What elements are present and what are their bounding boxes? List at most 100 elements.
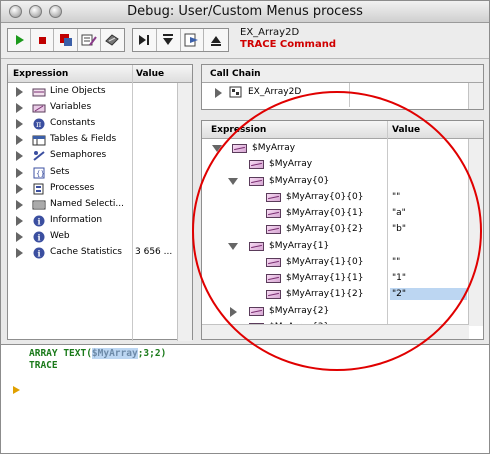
watch-item[interactable]: {} Sets bbox=[8, 165, 178, 181]
disclosure-triangle-open-icon[interactable] bbox=[228, 177, 238, 185]
debugger-window: Debug: User/Custom Menus process EX_Arra… bbox=[0, 0, 490, 454]
disclosure-triangle-icon[interactable] bbox=[16, 199, 23, 210]
watch-item-label: Processes bbox=[50, 182, 95, 193]
value-column-header[interactable]: Value bbox=[392, 125, 420, 135]
value-column-header[interactable]: Value bbox=[136, 69, 164, 79]
expression-row[interactable]: $MyArray{0}{2} "b" bbox=[202, 222, 468, 238]
disclosure-triangle-open-icon[interactable] bbox=[212, 145, 222, 152]
step-out-icon bbox=[184, 33, 198, 47]
tables-fields-icon bbox=[32, 135, 46, 146]
step-over-button[interactable] bbox=[133, 29, 157, 51]
expression-row[interactable]: $MyArray{1}{2} "2" bbox=[202, 287, 468, 303]
disclosure-triangle-icon[interactable] bbox=[16, 167, 23, 178]
array-icon bbox=[266, 257, 281, 267]
watch-item[interactable]: Variables bbox=[8, 100, 178, 116]
watch-item[interactable]: Tables & Fields bbox=[8, 132, 178, 148]
expression-row[interactable]: $MyArray{1} bbox=[202, 239, 468, 255]
watch-item-label: Web bbox=[50, 230, 70, 241]
run-button[interactable] bbox=[8, 29, 32, 51]
watch-item-label: Named Selecti... bbox=[50, 198, 124, 209]
watch-item-label: Sets bbox=[50, 166, 70, 177]
array-icon bbox=[266, 290, 281, 300]
code-line-1[interactable]: ARRAY TEXT($MyArray;3;2) bbox=[29, 348, 166, 359]
step-out-button[interactable] bbox=[181, 29, 205, 51]
expression-row[interactable]: $MyArray{2} bbox=[202, 304, 468, 320]
watch-pane-scrollbar[interactable] bbox=[177, 83, 192, 341]
expression-pane-vertical-scrollbar[interactable] bbox=[468, 139, 483, 326]
watch-item[interactable]: i Web bbox=[8, 229, 178, 245]
selected-expression[interactable]: $MyArray bbox=[91, 348, 138, 359]
edit-button[interactable] bbox=[78, 29, 101, 51]
step-next-icon bbox=[211, 36, 222, 46]
expression-row[interactable]: $MyArray bbox=[202, 157, 468, 173]
expression-row[interactable]: $MyArray{0} bbox=[202, 174, 468, 190]
constants-icon: π bbox=[33, 118, 45, 130]
expression-value: "a" bbox=[392, 208, 406, 218]
expression-pane-header: Expression Value bbox=[202, 121, 483, 139]
toolbar: EX_Array2D TRACE Command bbox=[1, 23, 489, 59]
call-chain-divider bbox=[349, 83, 350, 107]
stop-icon bbox=[39, 37, 47, 44]
disclosure-triangle-icon[interactable] bbox=[16, 87, 23, 97]
watch-item[interactable]: Line Objects bbox=[8, 84, 178, 100]
watch-item[interactable]: Semaphores bbox=[8, 148, 178, 164]
disclosure-triangle-icon[interactable] bbox=[16, 183, 23, 194]
expression-row[interactable]: $MyArray{0}{1} "a" bbox=[202, 206, 468, 222]
information-icon: i bbox=[33, 215, 45, 227]
code-token: ;3;2) bbox=[137, 348, 167, 359]
disclosure-triangle-open-icon[interactable] bbox=[228, 242, 238, 250]
expression-row[interactable]: $MyArray{1}{0} "" bbox=[202, 255, 468, 271]
call-chain-header: Call Chain bbox=[202, 65, 483, 83]
expression-row[interactable]: $MyArray bbox=[202, 141, 468, 157]
variables-icon bbox=[32, 104, 46, 113]
expression-row[interactable]: $MyArray{1}{1} "1" bbox=[202, 271, 468, 287]
source-code-pane[interactable]: ARRAY TEXT($MyArray;3;2) TRACE bbox=[1, 344, 489, 453]
expression-row[interactable]: $MyArray{0}{0} "" bbox=[202, 190, 468, 206]
disclosure-triangle-icon[interactable] bbox=[16, 248, 23, 258]
disclosure-triangle-icon[interactable] bbox=[16, 151, 23, 162]
disclosure-triangle-icon[interactable] bbox=[16, 119, 23, 130]
watch-item[interactable]: i Cache Statistics 3 656 ... bbox=[8, 245, 178, 261]
watch-item[interactable]: i Information bbox=[8, 213, 178, 229]
disclosure-triangle-icon[interactable] bbox=[215, 88, 222, 98]
disclosure-triangle-icon[interactable] bbox=[16, 135, 23, 146]
stop-button[interactable] bbox=[31, 29, 55, 51]
expression-pane-horizontal-scrollbar[interactable] bbox=[202, 324, 469, 339]
call-chain-item[interactable]: EX_Array2D bbox=[202, 85, 462, 101]
step-next-button[interactable] bbox=[204, 29, 228, 51]
method-icon bbox=[229, 86, 242, 98]
step-into-icon bbox=[163, 34, 174, 45]
disclosure-triangle-icon[interactable] bbox=[16, 215, 23, 226]
web-icon: i bbox=[33, 231, 45, 243]
disclosure-triangle-icon[interactable] bbox=[230, 306, 237, 317]
expression-value: "b" bbox=[392, 224, 406, 235]
disclosure-triangle-icon[interactable] bbox=[16, 103, 23, 114]
svg-text:π: π bbox=[36, 120, 41, 129]
debug-icon bbox=[105, 34, 120, 46]
array-icon bbox=[266, 192, 281, 202]
expression-column-header[interactable]: Expression bbox=[211, 125, 266, 135]
svg-text:i: i bbox=[38, 216, 41, 226]
code-line-2[interactable]: TRACE bbox=[29, 360, 58, 371]
expression-column-header[interactable]: Expression bbox=[13, 69, 68, 79]
array-icon bbox=[249, 176, 264, 186]
call-chain-title: Call Chain bbox=[210, 69, 261, 79]
watch-item[interactable]: Processes bbox=[8, 181, 178, 197]
watch-item-value: 3 656 ... bbox=[135, 247, 173, 257]
step-into-button[interactable] bbox=[157, 29, 181, 51]
window-title: Debug: User/Custom Menus process bbox=[127, 4, 363, 19]
edit-icon bbox=[81, 34, 97, 46]
array-icon bbox=[232, 144, 247, 153]
expression-label: $MyArray{1}{1} bbox=[286, 273, 364, 283]
call-chain-scrollbar[interactable] bbox=[468, 83, 483, 109]
watch-item[interactable]: Named Selecti... bbox=[8, 197, 178, 213]
debug-button[interactable] bbox=[101, 29, 124, 51]
watch-item-label: Variables bbox=[50, 102, 92, 113]
watch-item[interactable]: π Constants bbox=[8, 116, 178, 132]
code-gutter[interactable] bbox=[1, 345, 25, 453]
expression-label: $MyArray{1} bbox=[269, 240, 330, 251]
array-icon bbox=[266, 274, 281, 283]
code-token: ARRAY TEXT( bbox=[29, 348, 92, 359]
disclosure-triangle-icon[interactable] bbox=[16, 231, 23, 242]
abort-button[interactable] bbox=[54, 29, 78, 51]
